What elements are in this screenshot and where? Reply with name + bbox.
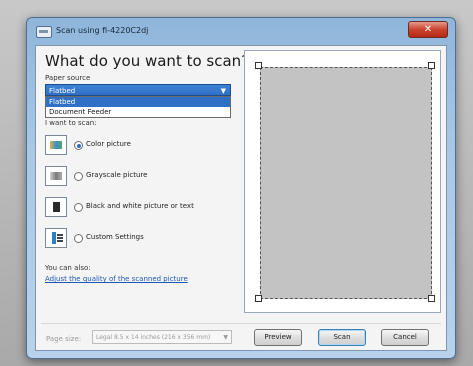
choice-label[interactable]: Black and white picture or text [86,202,194,210]
paper-source-dropdown: Flatbed Document Feeder [45,96,231,118]
page-size-label: Page size: [46,335,82,343]
radio-color-picture[interactable] [74,141,83,150]
crop-handle-top-left[interactable] [255,62,262,69]
paper-option-document-feeder[interactable]: Document Feeder [46,107,230,117]
page-size-select[interactable]: Legal 8.5 x 14 inches (216 x 356 mm) ▼ [92,330,232,344]
dialog-content: What do you want to scan? Paper source F… [35,45,447,351]
preview-button[interactable]: Preview [254,329,302,346]
cancel-button[interactable]: Cancel [381,329,429,346]
choice-label[interactable]: Color picture [86,140,131,148]
radio-bw-picture-text[interactable] [74,203,83,212]
paper-option-flatbed[interactable]: Flatbed [46,97,230,107]
also-label: You can also: [45,264,91,272]
scan-dialog: Scan using fi-4220C2dj ✕ What do you wan… [26,17,456,359]
scanner-icon [36,26,52,38]
custom-settings-icon[interactable] [45,228,67,248]
divider [41,323,441,324]
choice-label[interactable]: Custom Settings [86,233,144,241]
adjust-quality-link[interactable]: Adjust the quality of the scanned pictur… [45,275,188,283]
scan-type-label: I want to scan: [45,119,97,127]
choice-color-picture[interactable]: Color picture [45,135,245,157]
title-bar[interactable]: Scan using fi-4220C2dj ✕ [27,18,455,44]
paper-source-label: Paper source [45,74,91,82]
choice-bw-picture-text[interactable]: Black and white picture or text [45,197,245,219]
bw-text-icon[interactable] [45,197,67,217]
chevron-down-icon: ▼ [223,334,228,341]
scan-region[interactable] [260,67,432,299]
paper-source-value: Flatbed [49,87,76,95]
paper-source-select[interactable]: Flatbed ▼ [45,84,231,96]
choice-label[interactable]: Grayscale picture [86,171,147,179]
window-title: Scan using fi-4220C2dj [56,26,149,35]
page-title: What do you want to scan? [45,52,250,70]
choice-custom-settings[interactable]: Custom Settings [45,228,245,250]
crop-handle-bottom-right[interactable] [428,295,435,302]
radio-grayscale-picture[interactable] [74,172,83,181]
radio-custom-settings[interactable] [74,234,83,243]
crop-handle-bottom-left[interactable] [255,295,262,302]
close-button[interactable]: ✕ [408,21,448,38]
crop-handle-top-right[interactable] [428,62,435,69]
choice-grayscale-picture[interactable]: Grayscale picture [45,166,245,188]
preview-pane [244,50,441,313]
page-size-value: Legal 8.5 x 14 inches (216 x 356 mm) [96,334,211,341]
scan-button[interactable]: Scan [318,329,366,346]
color-picture-icon[interactable] [45,135,67,155]
grayscale-picture-icon[interactable] [45,166,67,186]
